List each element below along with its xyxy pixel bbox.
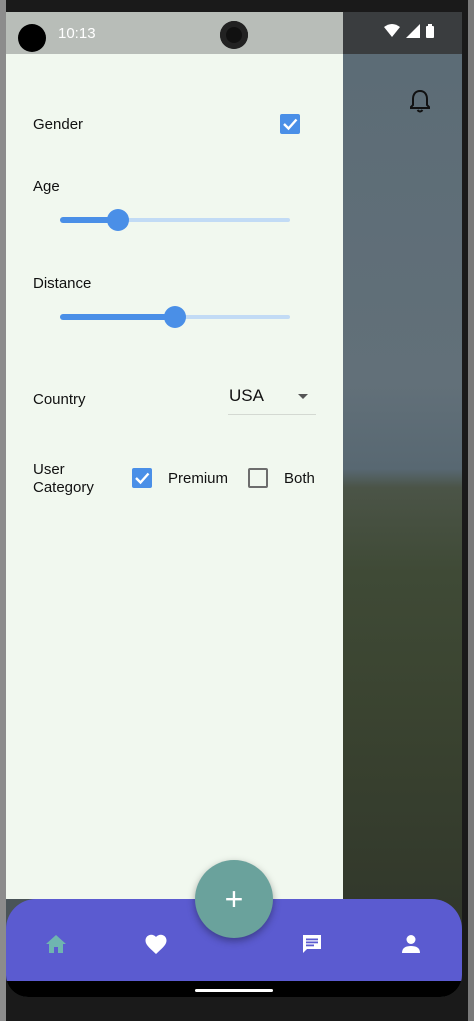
home-icon <box>46 935 66 953</box>
heart-icon <box>145 934 167 954</box>
both-checkbox[interactable] <box>248 468 268 488</box>
nav-messages[interactable] <box>298 930 326 958</box>
user-category-label-line2: Category <box>33 479 94 496</box>
plus-icon: + <box>224 881 244 917</box>
chat-icon <box>303 935 321 953</box>
age-slider-thumb[interactable] <box>107 209 129 231</box>
device-frame: 10:13 Gender Age Distance Country USA Us… <box>0 0 474 1021</box>
distance-slider[interactable] <box>60 306 290 328</box>
check-icon <box>135 472 150 485</box>
signal-icon <box>406 24 420 38</box>
device-bezel-right <box>468 0 474 1021</box>
battery-icon <box>426 24 434 38</box>
dropdown-arrow-icon <box>298 394 308 399</box>
country-dropdown-value: USA <box>229 386 264 405</box>
distance-slider-thumb[interactable] <box>164 306 186 328</box>
status-time: 10:13 <box>58 25 96 42</box>
country-label: Country <box>33 391 86 408</box>
home-gesture-pill[interactable] <box>195 989 273 992</box>
status-icons <box>384 24 434 38</box>
camera-dot <box>18 24 46 52</box>
nav-profile[interactable] <box>397 930 425 958</box>
country-dropdown[interactable]: USA <box>228 374 316 415</box>
background-photo <box>343 54 462 997</box>
premium-label: Premium <box>168 470 229 487</box>
age-label: Age <box>33 178 60 195</box>
distance-label: Distance <box>33 275 92 292</box>
check-icon <box>283 118 298 131</box>
distance-slider-active-track <box>60 314 175 320</box>
add-fab-button[interactable]: + <box>195 860 273 938</box>
person-icon <box>402 935 420 953</box>
premium-checkbox[interactable] <box>132 468 152 488</box>
nav-favorites[interactable] <box>142 930 170 958</box>
notification-bell-icon[interactable] <box>408 88 432 119</box>
wifi-icon <box>384 24 400 37</box>
nav-home[interactable] <box>42 930 70 958</box>
both-label: Both <box>284 470 315 487</box>
gender-label: Gender <box>33 116 84 133</box>
filter-drawer: Gender Age Distance Country USA User Cat… <box>6 54 343 899</box>
front-camera <box>220 21 248 49</box>
user-category-label-line1: User <box>33 461 65 478</box>
screen: 10:13 Gender Age Distance Country USA Us… <box>6 12 462 997</box>
age-slider[interactable] <box>60 209 290 231</box>
gender-checkbox[interactable] <box>280 114 300 134</box>
